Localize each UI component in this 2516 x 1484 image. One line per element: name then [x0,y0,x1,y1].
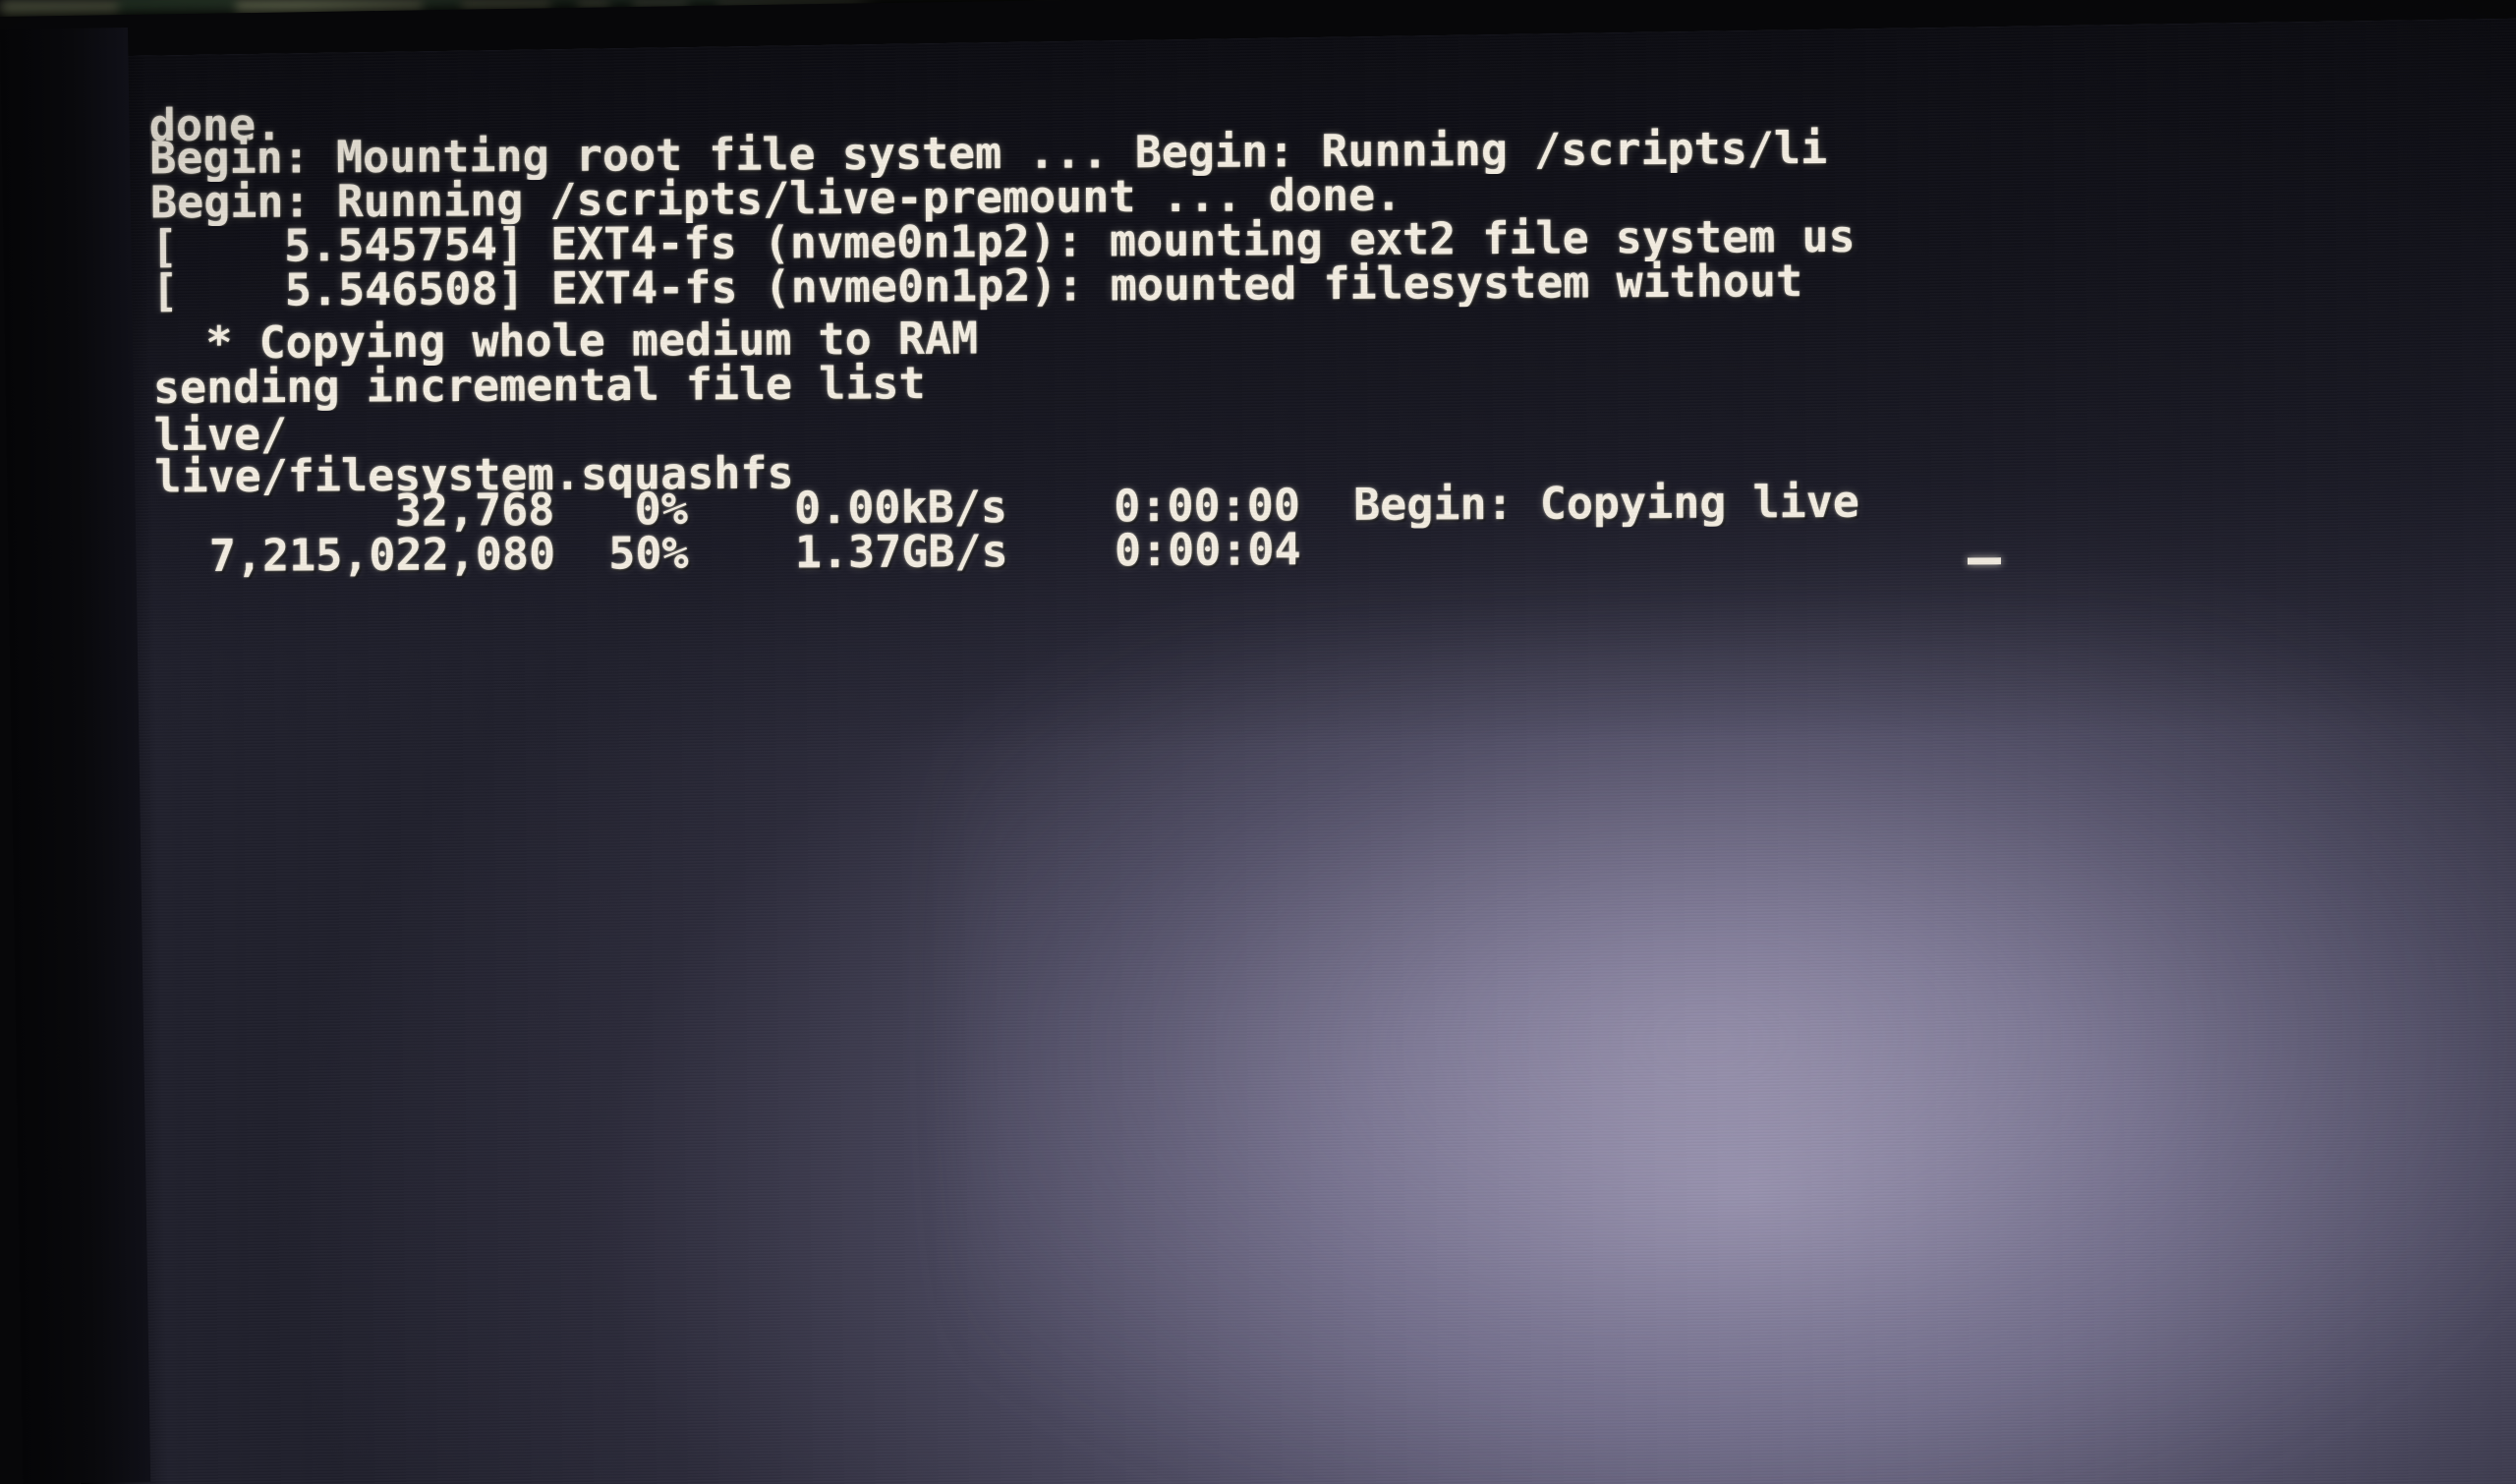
monitor-bezel: done. Begin: Mounting root file system .… [0,0,2516,1484]
panel-top-shading [57,16,2516,766]
monitor-left-bezel [0,27,151,1484]
lcd-panel: done. Begin: Mounting root file system .… [57,16,2516,1484]
screen-photo: done. Begin: Mounting root file system .… [0,0,2516,1484]
